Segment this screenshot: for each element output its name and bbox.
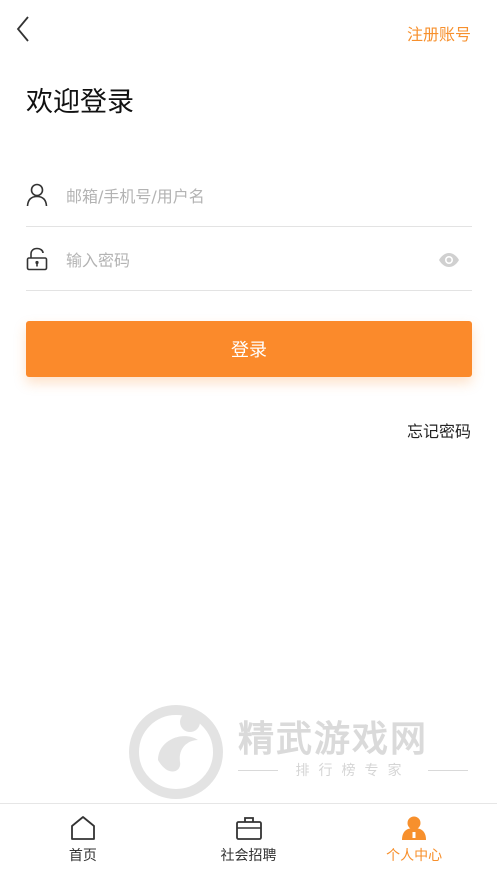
password-field [26,230,472,291]
home-icon [70,816,95,840]
forgot-password-link[interactable]: 忘记密码 [407,418,471,442]
back-arrow-icon[interactable] [12,14,36,44]
username-input[interactable] [64,180,428,212]
header: 注册账号 [0,0,497,60]
watermark-logo-icon [129,705,223,799]
tab-profile[interactable]: 个人中心 [331,804,497,884]
watermark: 精武游戏网 排行榜专家 [128,700,473,800]
tab-home-label: 首页 [68,848,97,864]
eye-icon[interactable] [438,252,460,268]
tab-recruitment-label: 社会招聘 [220,848,277,864]
tab-profile-label: 个人中心 [386,848,443,864]
page-title: 欢迎登录 [26,87,134,118]
briefcase-icon [235,817,262,840]
watermark-line-right [428,770,468,771]
user-icon [26,183,48,207]
watermark-title: 精武游戏网 [238,719,429,760]
username-field [26,166,472,227]
bottom-tabbar: 首页 社会招聘 个人中心 [0,803,497,884]
lock-icon [26,247,48,271]
password-input[interactable] [64,244,428,276]
register-link[interactable]: 注册账号 [407,21,471,45]
person-icon [402,816,427,840]
tab-recruitment[interactable]: 社会招聘 [166,804,332,884]
tab-home[interactable]: 首页 [0,804,166,884]
login-button[interactable]: 登录 [26,321,472,377]
